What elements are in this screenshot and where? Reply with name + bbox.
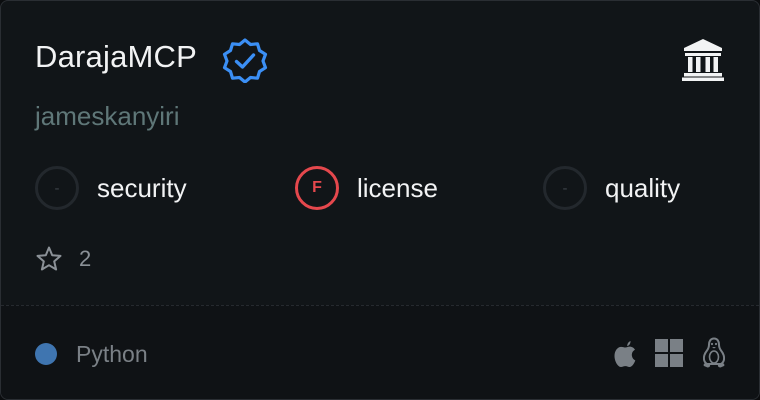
institution-icon	[682, 39, 724, 81]
verified-badge-icon	[222, 38, 268, 83]
linux-icon	[702, 337, 726, 368]
apple-icon	[614, 341, 636, 367]
security-score[interactable]: - security	[35, 164, 187, 212]
license-grade: F	[295, 166, 339, 210]
license-label: license	[357, 172, 438, 203]
language-label: Python	[76, 341, 148, 367]
quality-score[interactable]: - quality	[543, 164, 680, 212]
security-grade: -	[35, 166, 79, 210]
windows-icon	[655, 339, 683, 367]
language-color-dot	[35, 343, 57, 365]
server-name[interactable]: DarajaMCP	[35, 39, 197, 75]
owner-link[interactable]: jameskanyiri	[35, 101, 180, 132]
star-count: 2	[79, 246, 92, 271]
license-score[interactable]: F license	[295, 164, 438, 212]
card-footer: Python	[1, 305, 759, 399]
security-label: security	[97, 172, 187, 203]
star-icon	[36, 246, 62, 271]
stars[interactable]: 2	[35, 245, 91, 273]
quality-grade: -	[543, 166, 587, 210]
server-card[interactable]: DarajaMCP jameskanyiri - security F lice…	[0, 0, 760, 400]
quality-label: quality	[605, 172, 681, 203]
